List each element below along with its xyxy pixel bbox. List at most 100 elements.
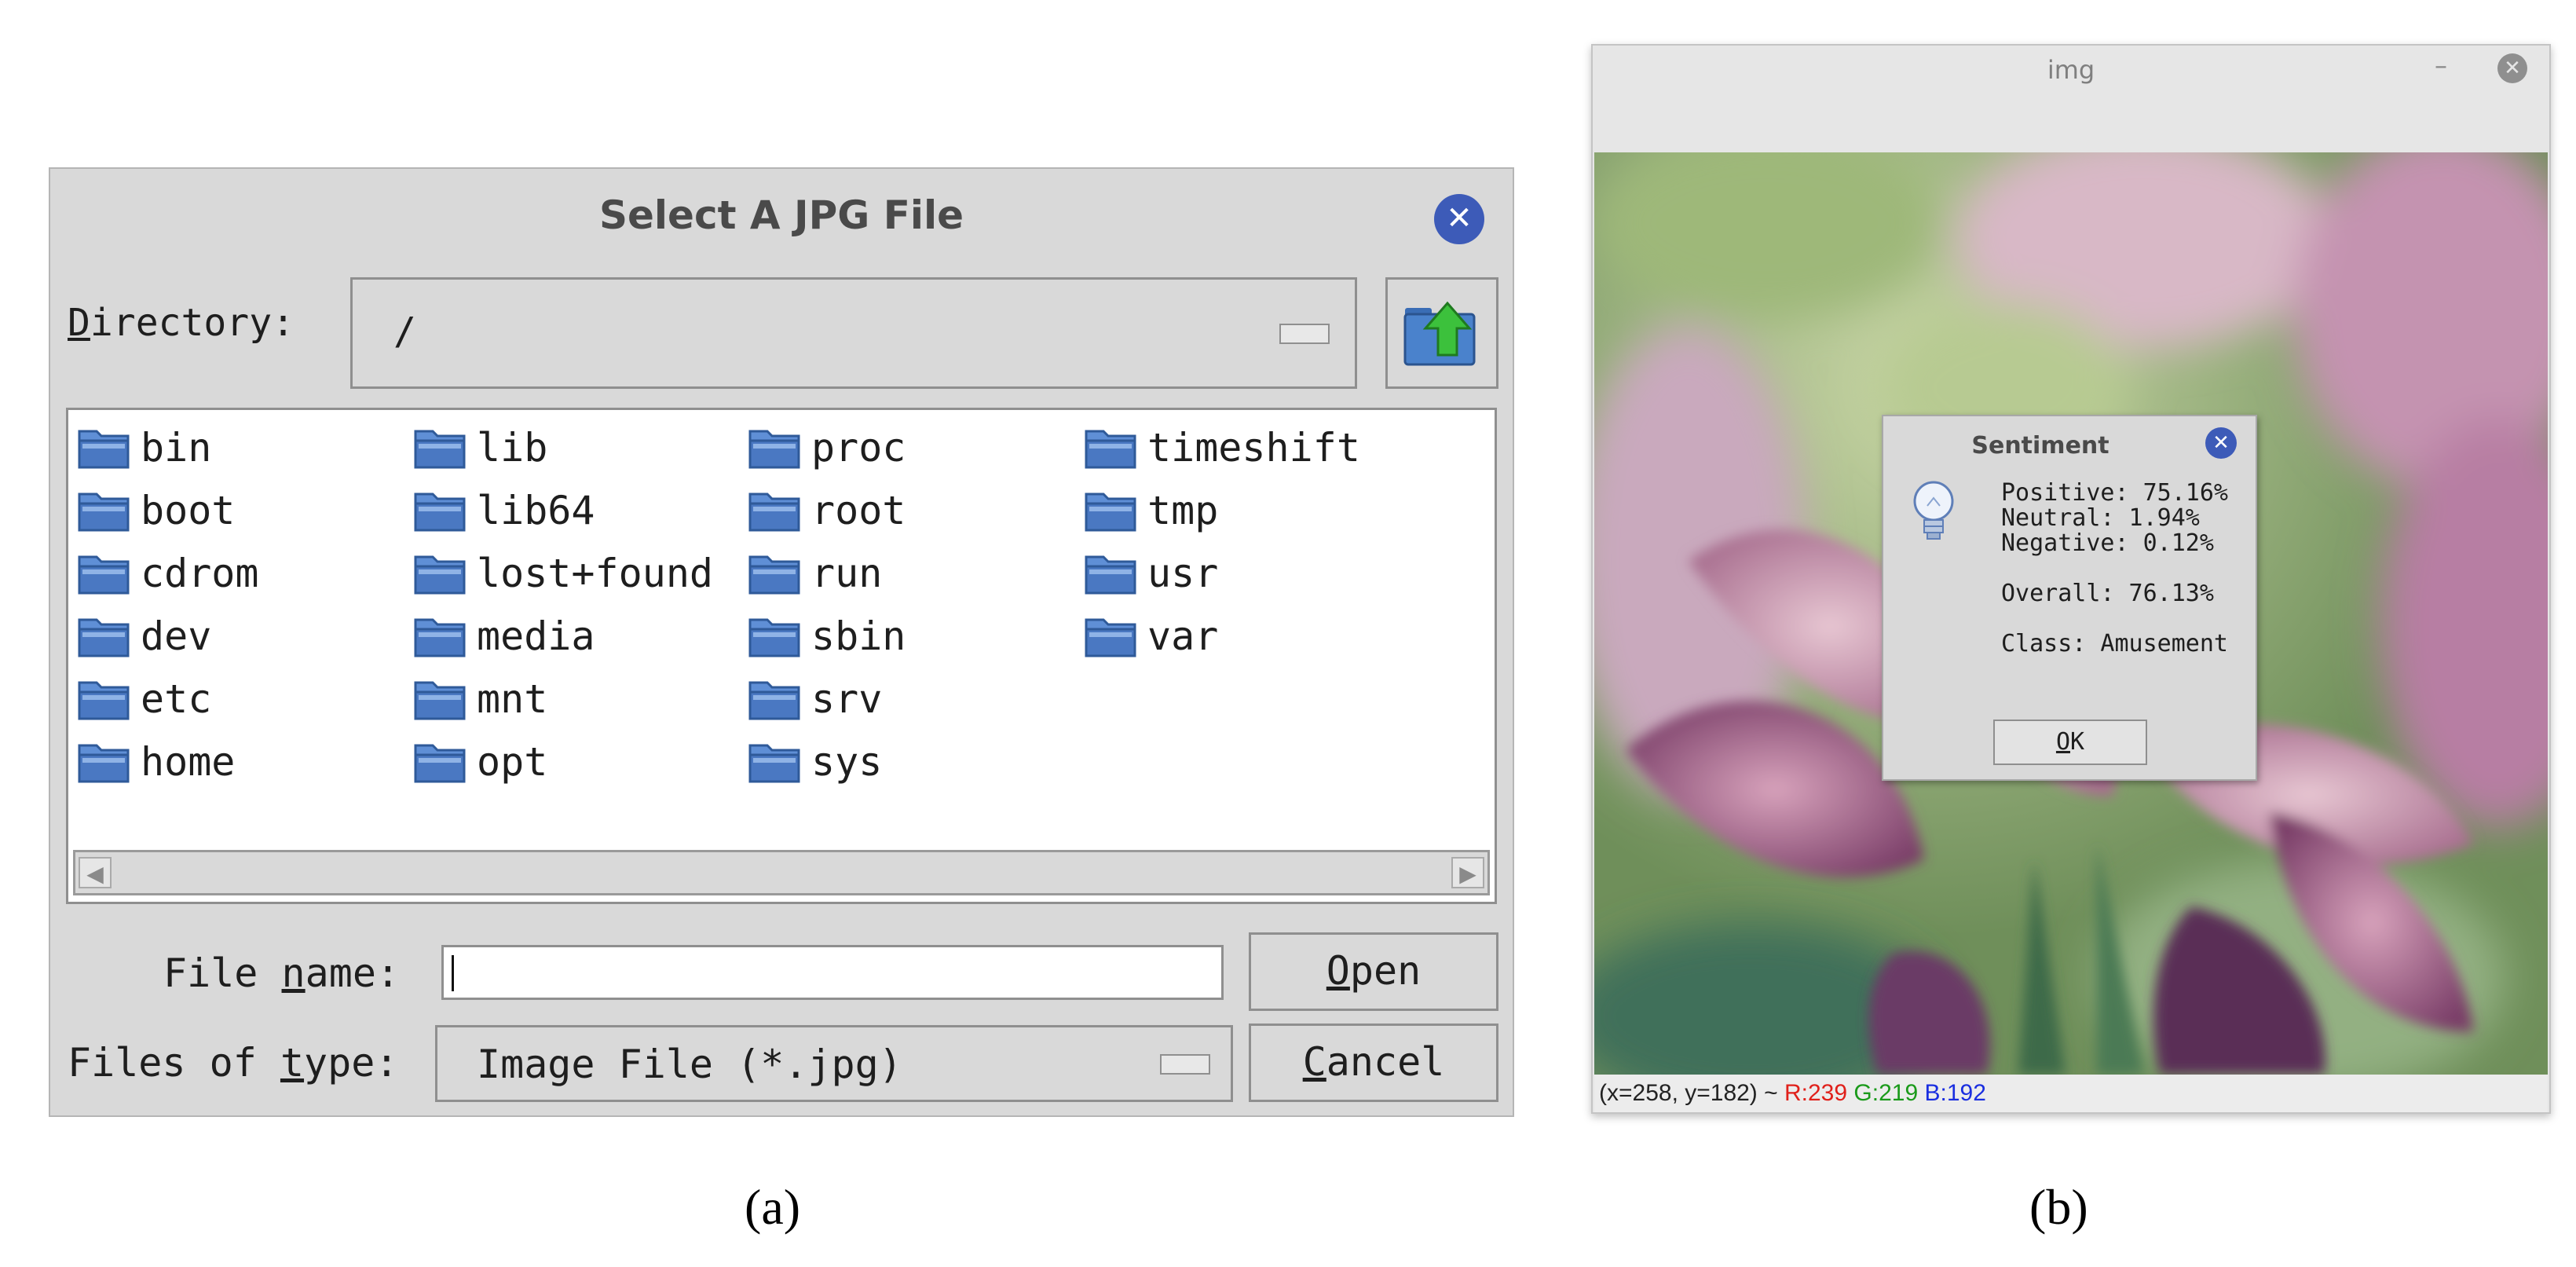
minimize-icon[interactable]: –: [2435, 50, 2447, 80]
folder-icon: [414, 493, 466, 532]
folder-item[interactable]: boot: [76, 482, 235, 539]
folder-icon: [1085, 430, 1136, 469]
file-name-input[interactable]: [441, 945, 1224, 1000]
folder-icon: [748, 681, 800, 720]
folder-item[interactable]: media: [412, 608, 595, 665]
sentiment-dialog: Sentiment ✕ Positive: 75.16% Neutral: 1.…: [1882, 415, 2257, 781]
neutral-score: Neutral: 1.94%: [2001, 504, 2200, 532]
folder-item[interactable]: cdrom: [76, 545, 259, 602]
caption-b: (b): [2029, 1179, 2088, 1235]
folder-item[interactable]: sbin: [747, 608, 906, 665]
close-icon[interactable]: ✕: [1434, 194, 1484, 244]
folder-item[interactable]: bin: [76, 419, 211, 476]
folder-icon: [748, 430, 800, 469]
dialog-title: Select A JPG File: [598, 192, 964, 238]
folder-name: lost+found: [477, 551, 714, 596]
folder-name: run: [811, 551, 883, 596]
folder-name: tmp: [1147, 488, 1219, 533]
lightbulb-icon: [1913, 481, 1954, 540]
folder-icon: [748, 493, 800, 532]
folder-icon: [78, 618, 130, 657]
sentiment-title: Sentiment: [1971, 432, 2109, 460]
files-of-type-value: Image File (*.jpg): [477, 1042, 902, 1087]
folder-item[interactable]: root: [747, 482, 906, 539]
files-of-type-label: Files of type:: [68, 1040, 399, 1086]
folder-name: root: [811, 488, 906, 533]
ok-button[interactable]: OK: [1993, 720, 2147, 765]
folder-icon: [414, 430, 466, 469]
folder-item[interactable]: usr: [1083, 545, 1218, 602]
close-icon[interactable]: ✕: [2205, 427, 2237, 459]
folder-name: mnt: [477, 676, 548, 722]
file-chooser-dialog: Select A JPG File ✕ Directory: / bin boot…: [49, 167, 1514, 1117]
status-red: R:239: [1784, 1080, 1848, 1106]
horizontal-scrollbar[interactable]: ◀ ▶: [73, 850, 1490, 895]
cancel-button[interactable]: Cancel: [1249, 1023, 1498, 1102]
folder-icon: [414, 681, 466, 720]
folder-icon: [1085, 555, 1136, 595]
folder-item[interactable]: sys: [747, 734, 882, 790]
folder-icon: [1085, 493, 1136, 532]
directory-label: Directory:: [68, 301, 295, 345]
folder-icon: [1085, 618, 1136, 657]
text-caret: [452, 955, 454, 991]
sentiment-class: Class: Amusement: [2001, 630, 2228, 657]
file-list[interactable]: bin boot cdrom dev etc home lib lib64 lost+found…: [66, 408, 1497, 904]
folder-item[interactable]: srv: [747, 671, 882, 727]
status-green: G:219: [1853, 1080, 1919, 1106]
open-button[interactable]: Open: [1249, 932, 1498, 1011]
folder-name: media: [477, 613, 595, 659]
folder-item[interactable]: proc: [747, 419, 906, 476]
up-folder-button[interactable]: [1385, 277, 1498, 389]
folder-icon: [414, 618, 466, 657]
folder-icon: [414, 744, 466, 783]
file-name-label: File name:: [163, 950, 401, 996]
folder-item[interactable]: opt: [412, 734, 547, 790]
dropdown-indicator-icon: [1160, 1054, 1210, 1075]
folder-name: var: [1147, 613, 1219, 659]
folder-item[interactable]: lib64: [412, 482, 595, 539]
folder-icon: [748, 555, 800, 595]
folder-name: etc: [141, 676, 212, 722]
folder-item[interactable]: lib: [412, 419, 547, 476]
folder-item[interactable]: home: [76, 734, 235, 790]
folder-name: proc: [811, 425, 906, 471]
overall-score: Overall: 76.13%: [2001, 580, 2214, 607]
folder-icon: [748, 744, 800, 783]
folder-name: home: [141, 739, 236, 785]
scroll-right-icon[interactable]: ▶: [1451, 857, 1484, 888]
folder-icon: [78, 681, 130, 720]
folder-item[interactable]: var: [1083, 608, 1218, 665]
folder-name: srv: [811, 676, 883, 722]
folder-item[interactable]: timeshift: [1083, 419, 1360, 476]
folder-name: sys: [811, 739, 883, 785]
window-close-icon[interactable]: ✕: [2497, 53, 2527, 83]
folder-name: bin: [141, 425, 212, 471]
folder-name: lib: [477, 425, 548, 471]
folder-item[interactable]: mnt: [412, 671, 547, 727]
dropdown-indicator-icon: [1279, 324, 1330, 344]
status-coords: (x=258, y=182) ~: [1599, 1080, 1784, 1106]
folder-icon: [78, 744, 130, 783]
folder-item[interactable]: tmp: [1083, 482, 1218, 539]
window-title: img: [2047, 55, 2095, 85]
folder-icon: [414, 555, 466, 595]
folder-name: dev: [141, 613, 212, 659]
folder-name: usr: [1147, 551, 1219, 596]
directory-combobox[interactable]: /: [350, 277, 1357, 389]
folder-icon: [78, 555, 130, 595]
folder-name: opt: [477, 739, 548, 785]
folder-item[interactable]: etc: [76, 671, 211, 727]
scroll-left-icon[interactable]: ◀: [79, 857, 112, 888]
directory-value: /: [393, 309, 416, 353]
positive-score: Positive: 75.16%: [2001, 479, 2228, 507]
folder-item[interactable]: dev: [76, 608, 211, 665]
folder-icon: [748, 618, 800, 657]
folder-name: cdrom: [141, 551, 259, 596]
folder-item[interactable]: run: [747, 545, 882, 602]
files-of-type-combobox[interactable]: Image File (*.jpg): [435, 1025, 1233, 1102]
folder-item[interactable]: lost+found: [412, 545, 713, 602]
pixel-info-statusbar: (x=258, y=182) ~ R:239 G:219 B:192: [1594, 1075, 2548, 1112]
folder-name: lib64: [477, 488, 595, 533]
status-blue: B:192: [1924, 1080, 1986, 1106]
